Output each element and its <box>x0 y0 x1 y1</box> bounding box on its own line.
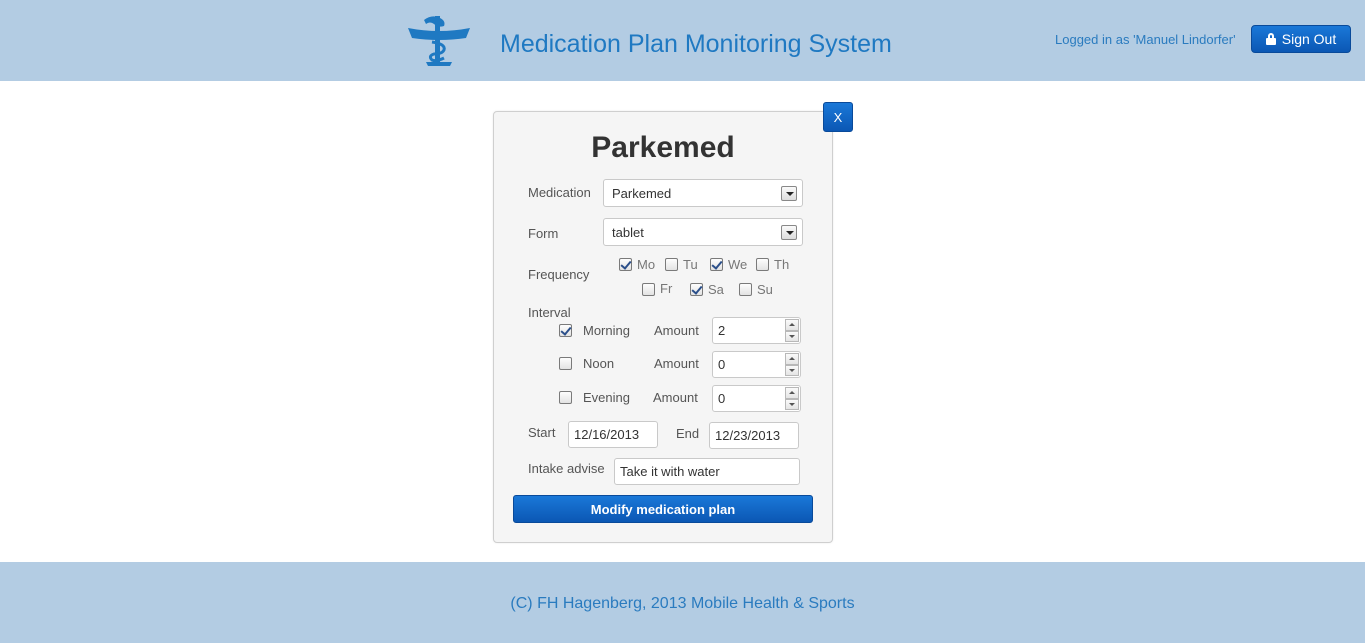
end-label: End <box>676 426 700 441</box>
decrement-icon[interactable] <box>785 398 799 410</box>
decrement-icon[interactable] <box>785 330 799 342</box>
intake-advise-input[interactable]: Take it with water <box>614 458 800 485</box>
interval-checkbox-morning[interactable] <box>559 324 572 337</box>
end-date-input[interactable]: 12/23/2013 <box>709 422 799 449</box>
footer-bar: (C) FH Hagenberg, 2013 Mobile Health & S… <box>0 562 1365 643</box>
start-date-input[interactable]: 12/16/2013 <box>568 421 658 448</box>
lock-icon <box>1265 33 1276 45</box>
logged-in-status: Logged in as 'Manuel Lindorfer' <box>1055 32 1236 47</box>
day-label-mo: Mo <box>637 257 656 272</box>
day-label-th: Th <box>774 257 790 272</box>
dropdown-arrow-icon <box>781 225 797 240</box>
day-checkbox-fr[interactable] <box>642 283 655 296</box>
interval-checkbox-noon[interactable] <box>559 357 572 370</box>
medication-value: Parkemed <box>612 185 672 201</box>
interval-checkbox-evening[interactable] <box>559 391 572 404</box>
sign-out-button[interactable]: Sign Out <box>1251 25 1351 53</box>
amount-label-morning: Amount <box>654 323 699 338</box>
increment-icon[interactable] <box>785 387 799 399</box>
amount-stepper-noon[interactable]: 0 <box>712 351 801 378</box>
footer-copyright: (C) FH Hagenberg, 2013 Mobile Health & S… <box>510 595 855 612</box>
day-label-su: Su <box>757 282 773 297</box>
amount-label-evening: Amount <box>653 390 698 405</box>
form-label: Form <box>528 226 559 241</box>
medication-label: Medication <box>528 185 591 200</box>
caduceus-logo-icon <box>408 16 470 66</box>
day-label-sa: Sa <box>708 282 724 297</box>
amount-value-evening: 0 <box>718 391 726 406</box>
increment-icon[interactable] <box>785 353 799 365</box>
amount-value-noon: 0 <box>718 357 726 372</box>
day-label-tu: Tu <box>683 257 698 272</box>
day-label-we: We <box>728 257 748 272</box>
dialog-title: Parkemed <box>591 131 735 164</box>
interval-label-evening: Evening <box>583 390 630 405</box>
close-dialog-button[interactable]: X <box>823 102 853 132</box>
app-title: Medication Plan Monitoring System <box>500 30 892 58</box>
sign-out-label: Sign Out <box>1281 31 1337 47</box>
day-checkbox-sa[interactable] <box>690 283 703 296</box>
intake-advise-label: Intake advise <box>528 461 605 476</box>
form-select[interactable]: tablet <box>603 218 803 246</box>
day-checkbox-tu[interactable] <box>665 258 678 271</box>
form-value: tablet <box>612 224 644 240</box>
amount-stepper-evening[interactable]: 0 <box>712 385 801 412</box>
frequency-label: Frequency <box>528 267 590 282</box>
day-checkbox-th[interactable] <box>756 258 769 271</box>
medication-select[interactable]: Parkemed <box>603 179 803 207</box>
modify-plan-button[interactable]: Modify medication plan <box>513 495 813 523</box>
dropdown-arrow-icon <box>781 186 797 201</box>
decrement-icon[interactable] <box>785 364 799 376</box>
start-label: Start <box>528 425 556 440</box>
day-checkbox-su[interactable] <box>739 283 752 296</box>
interval-label-morning: Morning <box>583 323 630 338</box>
header-bar: Medication Plan Monitoring System Logged… <box>0 0 1365 81</box>
interval-label: Interval <box>528 305 571 320</box>
day-checkbox-we[interactable] <box>710 258 723 271</box>
increment-icon[interactable] <box>785 319 799 331</box>
amount-value-morning: 2 <box>718 323 726 338</box>
amount-label-noon: Amount <box>654 356 699 371</box>
amount-stepper-morning[interactable]: 2 <box>712 317 801 344</box>
interval-label-noon: Noon <box>583 356 615 371</box>
day-label-fr: Fr <box>660 281 673 296</box>
day-checkbox-mo[interactable] <box>619 258 632 271</box>
